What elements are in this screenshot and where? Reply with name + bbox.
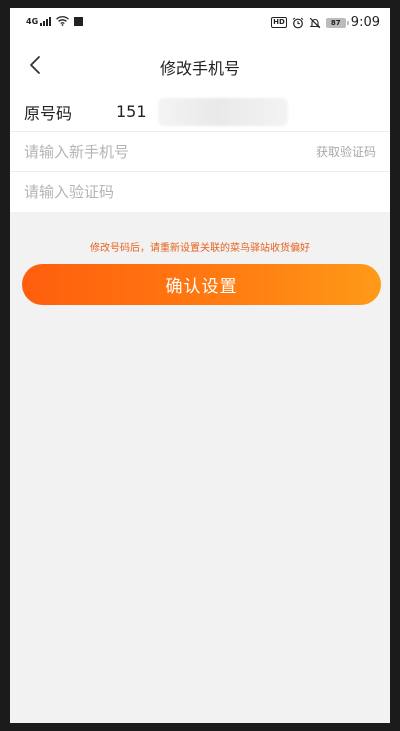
- alarm-icon: [292, 17, 304, 28]
- get-code-button[interactable]: 获取验证码: [316, 143, 376, 160]
- battery-icon: 87: [325, 17, 349, 28]
- signal-icon: 4G: [26, 16, 52, 26]
- confirm-button[interactable]: 确认设置: [22, 264, 381, 305]
- wifi-icon: [56, 16, 70, 26]
- status-bar: 4G HD 87 9:09: [10, 8, 390, 38]
- status-time: 9:09: [350, 15, 380, 30]
- original-number-row: 原号码 151: [10, 92, 390, 132]
- status-left: 4G: [26, 16, 84, 26]
- masked-number-blur: [158, 98, 288, 126]
- status-right: HD 87 9:09: [271, 15, 380, 30]
- original-number-value: 151: [116, 102, 147, 121]
- verification-code-input[interactable]: [24, 172, 390, 212]
- hd-badge: HD: [271, 17, 287, 28]
- tip-text: 修改号码后，请重新设置关联的菜鸟驿站收货偏好: [90, 243, 310, 254]
- nav-bar: 修改手机号: [10, 38, 390, 92]
- mute-icon: [309, 17, 321, 28]
- original-number-label: 原号码: [24, 103, 73, 123]
- code-row: [10, 172, 390, 212]
- page-title: 修改手机号: [159, 59, 240, 78]
- phone-screen: 4G HD 87 9:09 修改手机号 原号码 151 请输入新手机号 获取验证…: [10, 8, 390, 723]
- new-phone-input[interactable]: [24, 132, 316, 171]
- new-phone-row: 获取验证码: [10, 132, 390, 172]
- network-label: 4G: [26, 17, 39, 26]
- notification-square-icon: [74, 16, 84, 26]
- phone-form: 原号码 151 获取验证码: [10, 92, 390, 212]
